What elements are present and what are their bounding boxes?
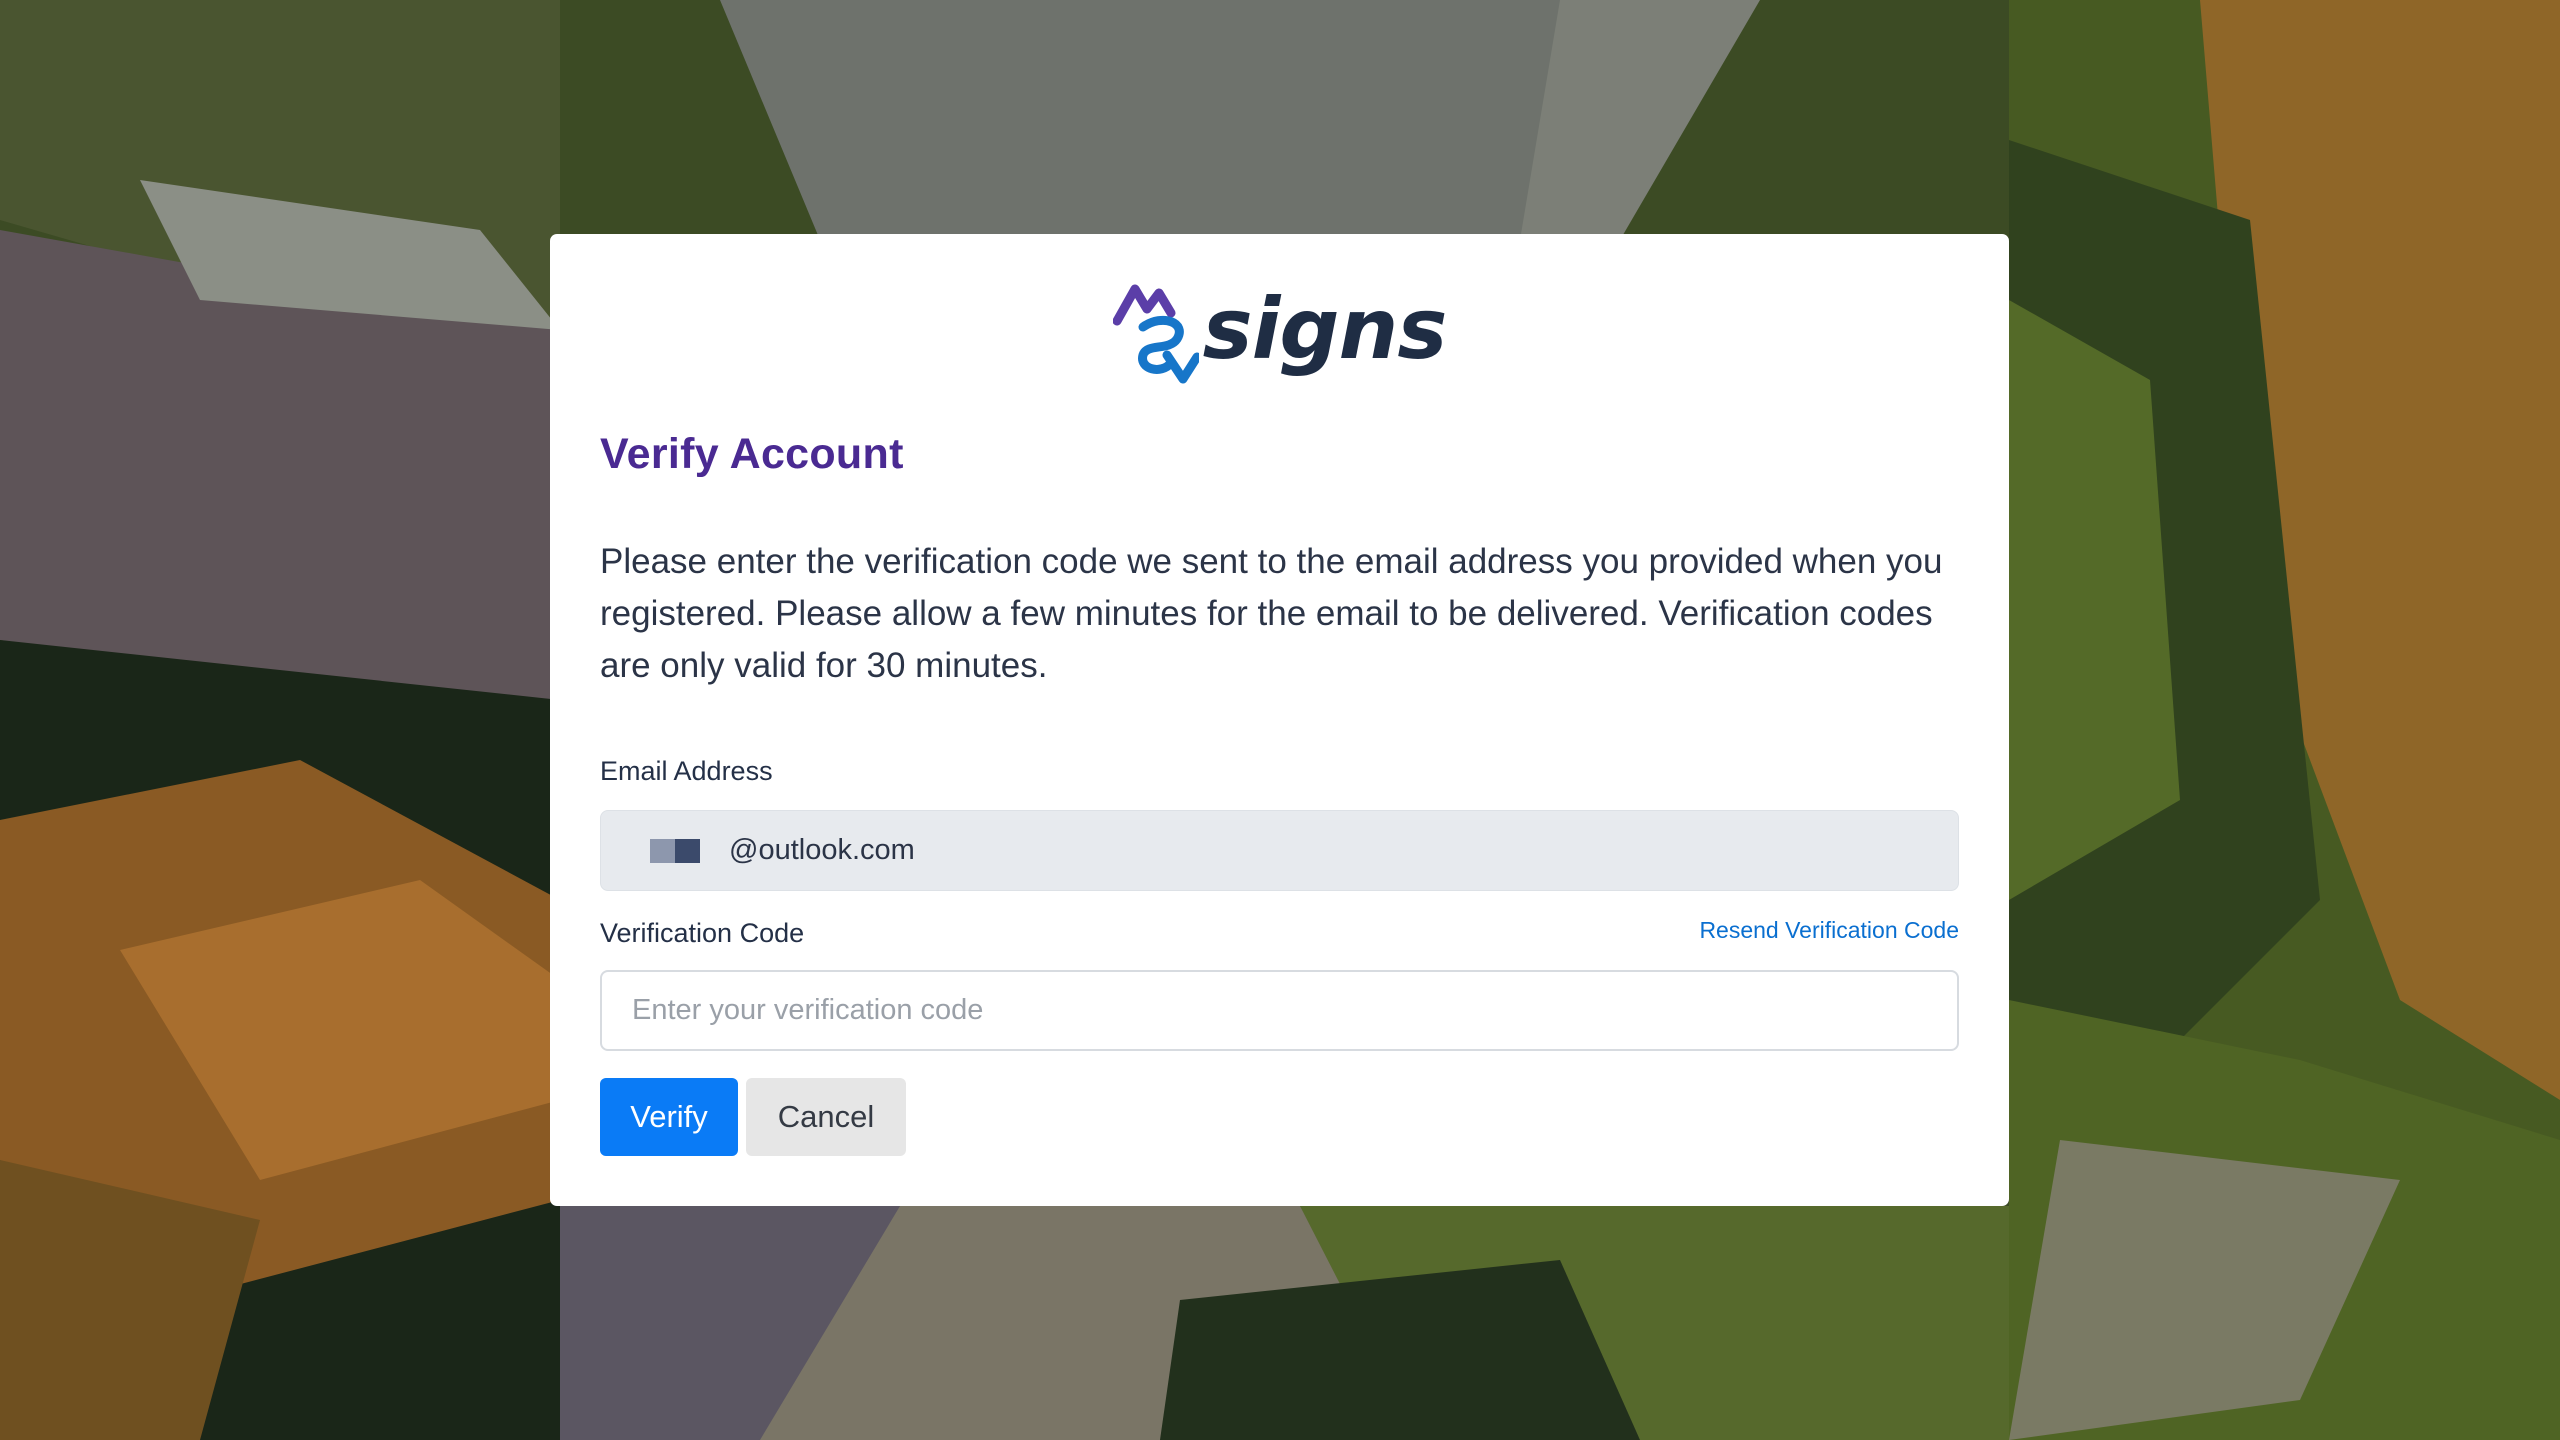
email-value: @outlook.com bbox=[729, 834, 915, 866]
verify-button[interactable]: Verify bbox=[600, 1078, 738, 1156]
resend-verification-code-link[interactable]: Resend Verification Code bbox=[1699, 917, 1959, 944]
verify-account-card: signs Verify Account Please enter the ve… bbox=[550, 234, 2009, 1206]
page-description: Please enter the verification code we se… bbox=[600, 542, 1943, 685]
brand-wordmark: signs bbox=[1202, 280, 1448, 378]
verification-code-label: Verification Code bbox=[600, 918, 805, 948]
brand-logo: signs bbox=[550, 282, 2009, 388]
page-title: Verify Account bbox=[600, 430, 904, 478]
verification-code-input[interactable] bbox=[600, 970, 1959, 1051]
redacted-email-prefix bbox=[650, 838, 700, 863]
email-field: @outlook.com bbox=[600, 810, 1959, 891]
email-label: Email Address bbox=[600, 756, 773, 786]
brand-mark-icon bbox=[1112, 284, 1199, 384]
cancel-button[interactable]: Cancel bbox=[746, 1078, 906, 1156]
